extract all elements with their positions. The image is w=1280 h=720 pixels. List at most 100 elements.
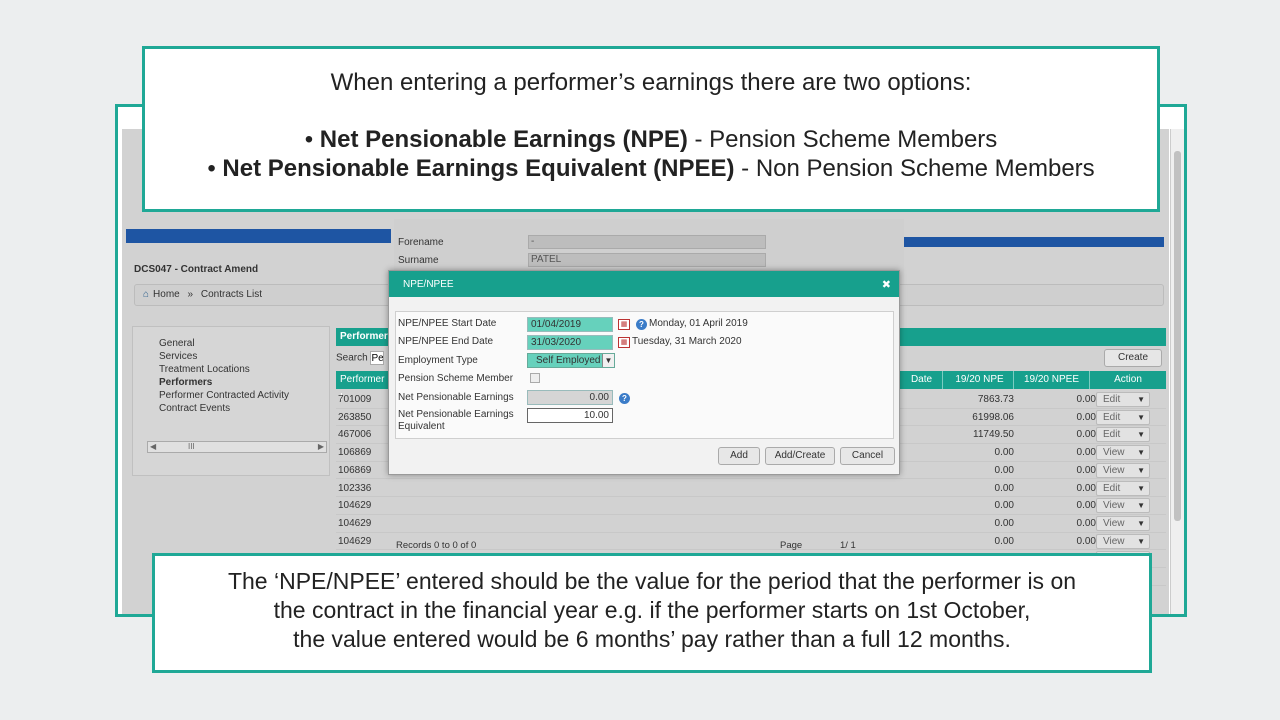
start-date-input[interactable]: 01/04/2019 <box>527 317 613 332</box>
performer-id: 104629 <box>338 517 372 529</box>
calendar-icon[interactable]: ▦ <box>618 319 630 330</box>
caption-option-npee: • Net Pensionable Earnings Equivalent (N… <box>207 155 1095 182</box>
chevron-down-icon[interactable]: ▼ <box>1137 393 1145 406</box>
npee-value: 0.00 <box>1076 482 1096 494</box>
performer-id: 263850 <box>338 411 372 423</box>
caption-bottom: The ‘NPE/NPEE’ entered should be the val… <box>152 553 1152 673</box>
end-date-text: Tuesday, 31 March 2020 <box>632 336 742 347</box>
npee-input[interactable]: 10.00 <box>527 408 613 423</box>
performers-header-label: Performer <box>340 331 388 342</box>
employment-type-select[interactable]: Self Employed ▼ <box>527 353 615 368</box>
action-label: Edit <box>1103 394 1121 405</box>
chevron-down-icon[interactable]: ▼ <box>1137 446 1145 459</box>
action-button[interactable]: Edit ▼ <box>1096 409 1150 425</box>
chevron-down-icon[interactable]: ▼ <box>1137 428 1145 441</box>
chevron-down-icon[interactable]: ▼ <box>1137 499 1145 512</box>
help-icon[interactable]: ? <box>619 393 630 404</box>
action-button[interactable]: Edit ▼ <box>1096 392 1150 407</box>
caption-intro: When entering a performer’s earnings the… <box>330 69 972 96</box>
scroll-right-icon[interactable]: ▶ <box>318 442 324 451</box>
scroll-left-icon[interactable]: ◀ <box>150 442 156 451</box>
page-value[interactable]: 1/ 1 <box>840 540 856 551</box>
forename-field[interactable]: - <box>528 235 766 249</box>
npe-npee-dialog: NPE/NPEE ✖ NPE/NPEE Start Date 01/04/201… <box>388 270 900 475</box>
cancel-button[interactable]: Cancel <box>840 447 895 465</box>
caption-line-3: the value entered would be 6 months’ pay… <box>293 626 1011 652</box>
chevron-down-icon[interactable]: ▼ <box>1137 535 1145 548</box>
create-button[interactable]: Create <box>1104 349 1162 367</box>
npe-value: 7863.73 <box>977 394 1014 405</box>
npe-value: 0.00 <box>994 464 1014 476</box>
window-scrollbar[interactable] <box>1170 129 1184 614</box>
breadcrumb-contracts-list[interactable]: Contracts List <box>201 289 262 300</box>
performer-id: 102336 <box>338 482 372 494</box>
option-npe-bold: Net Pensionable Earnings (NPE) <box>319 126 688 153</box>
npe-value: 0.00 <box>994 447 1014 459</box>
chevron-down-icon[interactable]: ▼ <box>1137 482 1145 495</box>
surname-field[interactable]: PATEL <box>528 253 766 267</box>
npe-input[interactable]: 0.00 <box>527 390 613 405</box>
npee-value: 0.00 <box>1076 500 1096 512</box>
table-row[interactable]: 104629 0.00 0.00 View ▼ <box>336 497 1166 515</box>
npee-value: 0.00 <box>1076 464 1096 476</box>
action-label: View <box>1103 447 1125 459</box>
home-icon[interactable]: ⌂ <box>143 289 149 300</box>
performer-id: 104629 <box>338 535 372 547</box>
end-date-input[interactable]: 31/03/2020 <box>527 335 613 350</box>
npe-value: 61998.06 <box>972 411 1014 423</box>
sidebar-item-contract-events[interactable]: Contract Events <box>159 402 329 415</box>
performer-id: 106869 <box>338 447 372 459</box>
action-label: Edit <box>1103 429 1121 441</box>
sidebar-item-performers[interactable]: Performers <box>159 376 329 389</box>
close-icon[interactable]: ✖ <box>882 278 891 291</box>
help-icon[interactable]: ? <box>636 319 647 330</box>
chevron-down-icon[interactable]: ▼ <box>1137 517 1145 530</box>
action-button[interactable]: View ▼ <box>1096 445 1150 461</box>
performer-id: 467006 <box>338 429 372 441</box>
table-row[interactable]: 102336 0.00 0.00 Edit ▼ <box>336 480 1166 498</box>
caption-top: When entering a performer’s earnings the… <box>142 46 1160 212</box>
action-button[interactable]: Edit ▼ <box>1096 480 1150 496</box>
col-performer-id[interactable]: Performer I <box>336 371 390 403</box>
breadcrumb-home[interactable]: Home <box>153 289 180 300</box>
action-label: View <box>1103 464 1125 476</box>
page-label: Page <box>780 540 803 551</box>
page-title: DCS047 - Contract Amend <box>134 264 259 275</box>
action-button[interactable]: View ▼ <box>1096 498 1150 514</box>
sidebar-item-performer-contracted-activity[interactable]: Performer Contracted Activity <box>159 389 329 402</box>
scrollbar-thumb[interactable] <box>1174 151 1181 521</box>
performer-id: 106869 <box>338 464 372 476</box>
npee-value: 0.00 <box>1076 411 1096 423</box>
action-button[interactable]: Edit ▼ <box>1096 427 1150 443</box>
dialog-body: NPE/NPEE Start Date 01/04/2019 ▦ ? Monda… <box>395 311 894 439</box>
dialog-title: NPE/NPEE <box>403 279 454 290</box>
npee-value: 0.00 <box>1076 535 1096 547</box>
add-button[interactable]: Add <box>718 447 760 465</box>
pension-scheme-checkbox[interactable] <box>530 373 540 383</box>
action-button[interactable]: View ▼ <box>1096 462 1150 478</box>
action-button[interactable]: View ▼ <box>1096 515 1150 531</box>
table-row[interactable]: 104629 0.00 0.00 View ▼ <box>336 515 1166 533</box>
npee-label: Net Pensionable Earnings Equivalent <box>398 409 514 432</box>
sidebar-scrollbar[interactable]: ◀ III ▶ <box>147 441 327 453</box>
col-date[interactable]: Date <box>901 371 943 389</box>
chevron-down-icon[interactable]: ▼ <box>602 354 614 367</box>
chevron-down-icon[interactable]: ▼ <box>1137 464 1145 477</box>
sidebar-item-general[interactable]: General <box>159 337 329 350</box>
search-row: Search <box>336 351 385 365</box>
calendar-icon[interactable]: ▦ <box>618 337 630 348</box>
npee-value: 0.00 <box>1076 517 1096 529</box>
action-button[interactable]: View ▼ <box>1096 533 1150 549</box>
add-create-button[interactable]: Add/Create <box>765 447 835 465</box>
action-label: Edit <box>1103 482 1121 494</box>
col-npe[interactable]: 19/20 NPE <box>946 371 1014 389</box>
npe-label: Net Pensionable Earnings <box>398 392 514 403</box>
col-npee[interactable]: 19/20 NPEE <box>1014 371 1090 389</box>
performer-id: 701009 <box>338 394 372 405</box>
caption-options: • Net Pensionable Earnings (NPE) - Pensi… <box>145 125 1157 183</box>
search-input[interactable] <box>370 351 385 365</box>
chevron-down-icon[interactable]: ▼ <box>1137 411 1145 424</box>
sidebar-item-treatment-locations[interactable]: Treatment Locations <box>159 363 329 376</box>
sidebar-item-services[interactable]: Services <box>159 350 329 363</box>
surname-label: Surname <box>398 255 439 266</box>
